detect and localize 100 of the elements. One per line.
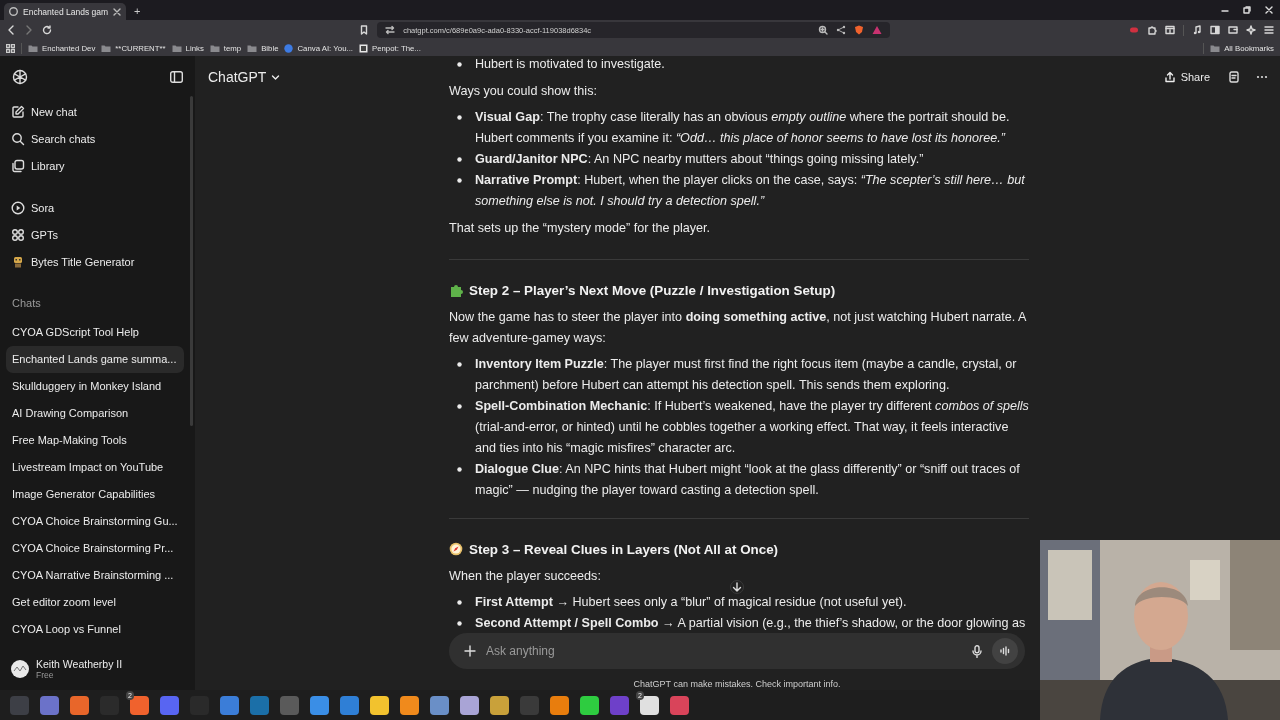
triangle-icon[interactable]	[872, 25, 883, 35]
puzzle-piece-icon	[449, 283, 463, 297]
menu-icon[interactable]	[1264, 25, 1274, 35]
app-icon[interactable]	[579, 695, 599, 715]
section-heading: Step 3 – Reveal Clues in Layers (Not All at Once)	[469, 541, 779, 557]
robot-icon	[11, 254, 25, 269]
share-button[interactable]: Share	[1163, 71, 1210, 83]
sparkle-icon[interactable]	[1246, 25, 1256, 35]
site-settings-icon[interactable]	[385, 25, 396, 35]
list-item: Spell-Combination Mechanic: If Hubert’s weakened, have the player try different combos of spells (trial-and-error, or hinted) until he cobbles together a working effect. That way, it feels interactive and ties into his “magic misfires” character arc.	[475, 398, 1029, 457]
close-icon[interactable]	[1264, 5, 1274, 15]
chat-item[interactable]: Livestream Impact on YouTube	[6, 454, 184, 481]
folder-icon	[28, 43, 38, 53]
list-item: Visual Gap: The trophy case literally has an obvious empty outline where the portrait should be. Hubert comments if you examine it: “Odd… this place of honor seems to have lost its honoree.”	[475, 109, 1011, 147]
section-heading: Step 2 – Player’s Next Move (Puzzle / Investigation Setup)	[469, 282, 836, 298]
bullet-icon	[457, 600, 462, 605]
tab-icon[interactable]	[1165, 25, 1176, 35]
puzzle-icon[interactable]	[1147, 25, 1158, 35]
list-item: Inventory Item Puzzle: The player must first find the right focus item (maybe a candle, crystal, or parchment) before Hubert can attempt his detection spell. This sends them exploring.	[475, 356, 1018, 394]
chat-item[interactable]: Get editor zoom level	[6, 589, 184, 616]
list-item: Hubert is motivated to investigate.	[475, 56, 666, 73]
paragraph: That sets up the “mystery mode” for the player.	[449, 220, 711, 237]
wallet-icon[interactable]	[1228, 25, 1238, 35]
model-selector[interactable]: ChatGPT	[208, 69, 281, 85]
library-icon	[11, 158, 25, 173]
voice-button[interactable]	[992, 638, 1018, 664]
restore-icon[interactable]	[1242, 5, 1252, 15]
app-icon[interactable]	[399, 695, 419, 715]
list-item: Narrative Prompt: Hubert, when the player clicks on the case, says: “The scepter’s still here… but something else is not. I should try a detection spell.”	[475, 172, 1026, 210]
list-item: Guard/Janitor NPC: An NPC nearby mutters about “things going missing lately.”	[475, 151, 925, 168]
app-icon[interactable]	[129, 695, 149, 715]
section-heading: Chats	[11, 296, 42, 311]
microphone-icon[interactable]	[972, 644, 982, 658]
bullet-icon	[457, 467, 462, 472]
chat-item[interactable]: AI Drawing Comparison	[6, 400, 184, 427]
sidebar-item[interactable]: Library	[6, 152, 189, 179]
user-menu[interactable]: Keith Weatherby II Free	[6, 652, 189, 686]
arrow-down-icon	[732, 582, 742, 592]
sidebar-item[interactable]: Sora	[6, 194, 189, 221]
scroll-down-button[interactable]	[730, 580, 744, 594]
chevron-down-icon	[271, 72, 281, 82]
globe-icon	[9, 7, 18, 16]
bullet-icon	[457, 178, 462, 183]
reload-icon[interactable]	[42, 25, 52, 35]
folder-icon	[171, 43, 182, 53]
list-item: Dialogue Clue: An NPC hints that Hubert might “look at the glass differently” or “sniff out traces of magic” — nudging the player toward casting a detection spell.	[475, 461, 1021, 499]
sidebar-toggle-icon[interactable]	[170, 71, 183, 83]
app-icon[interactable]	[459, 695, 479, 715]
bullet-icon	[457, 621, 462, 626]
chat-item[interactable]: Enchanted Lands game summa...	[6, 346, 184, 373]
four-circles-icon	[11, 227, 25, 242]
chat-item[interactable]: CYOA Narrative Brainstorming ...	[6, 562, 184, 589]
list-item: First Attempt → Hubert sees only a “blur” of magical residue (not useful yet).	[475, 594, 908, 611]
waveform-icon	[1000, 646, 1010, 656]
app-icon[interactable]	[639, 695, 659, 715]
sidebar-item[interactable]: GPTs	[6, 221, 189, 248]
app-icon[interactable]	[429, 695, 449, 715]
sidebar-item[interactable]: Search chats	[6, 125, 189, 152]
document-icon[interactable]	[1228, 71, 1240, 83]
share-icon[interactable]	[836, 25, 847, 35]
share-icon	[1163, 71, 1176, 83]
bullet-icon	[457, 404, 462, 409]
compass-icon	[449, 542, 463, 556]
sidebar-item[interactable]: Bytes Title Generator	[6, 248, 189, 275]
chat-item[interactable]: CYOA Choice Brainstorming Gu...	[6, 508, 184, 535]
chat-item[interactable]: CYOA GDScript Tool Help	[6, 319, 184, 346]
forward-icon[interactable]	[24, 25, 34, 35]
chat-item[interactable]: Image Generator Capabilities	[6, 481, 184, 508]
message-input[interactable]: Ask anything	[486, 641, 962, 661]
search-icon	[11, 131, 25, 146]
folder-icon	[209, 43, 220, 53]
square-logo-icon	[359, 43, 368, 53]
zoom-icon[interactable]	[818, 25, 829, 35]
folder-icon	[247, 43, 258, 53]
sidebar-item[interactable]: New chat	[6, 98, 189, 125]
bullet-icon	[457, 157, 462, 162]
message-composer[interactable]: Ask anything	[449, 633, 1025, 669]
app-icon[interactable]	[369, 695, 389, 715]
music-icon[interactable]	[1192, 25, 1202, 35]
bullet-icon	[457, 362, 462, 367]
plus-icon[interactable]	[464, 645, 476, 657]
browser-tab[interactable]: Enchanted Lands gam	[4, 3, 126, 20]
bullet-icon	[457, 115, 462, 120]
logo-icon[interactable]	[12, 69, 28, 85]
chat-item[interactable]: CYOA Loop vs Funnel	[6, 616, 184, 643]
new-tab-button[interactable]: +	[134, 5, 141, 17]
app-icon[interactable]	[549, 695, 569, 715]
new-chat-icon	[11, 104, 25, 119]
sidebar-icon[interactable]	[1210, 25, 1220, 35]
chat-item[interactable]: Skullduggery in Monkey Island	[6, 373, 184, 400]
bookmark-icon[interactable]	[359, 25, 370, 35]
back-icon[interactable]	[6, 25, 16, 35]
chat-item[interactable]: CYOA Choice Brainstorming Pr...	[6, 535, 184, 562]
close-icon[interactable]	[113, 7, 122, 16]
app-icon[interactable]	[489, 695, 509, 715]
folder-icon	[1210, 43, 1221, 53]
disclaimer-text: ChatGPT can make mistakes. Check important info.	[632, 679, 842, 689]
chat-item[interactable]: Free Map-Making Tools	[6, 427, 184, 454]
apps-grid-icon[interactable]	[6, 43, 15, 53]
paragraph: Now the game has to steer the player into doing something active, not just watching Hubert narrate. A few adventure-gamey ways:	[449, 309, 1027, 347]
